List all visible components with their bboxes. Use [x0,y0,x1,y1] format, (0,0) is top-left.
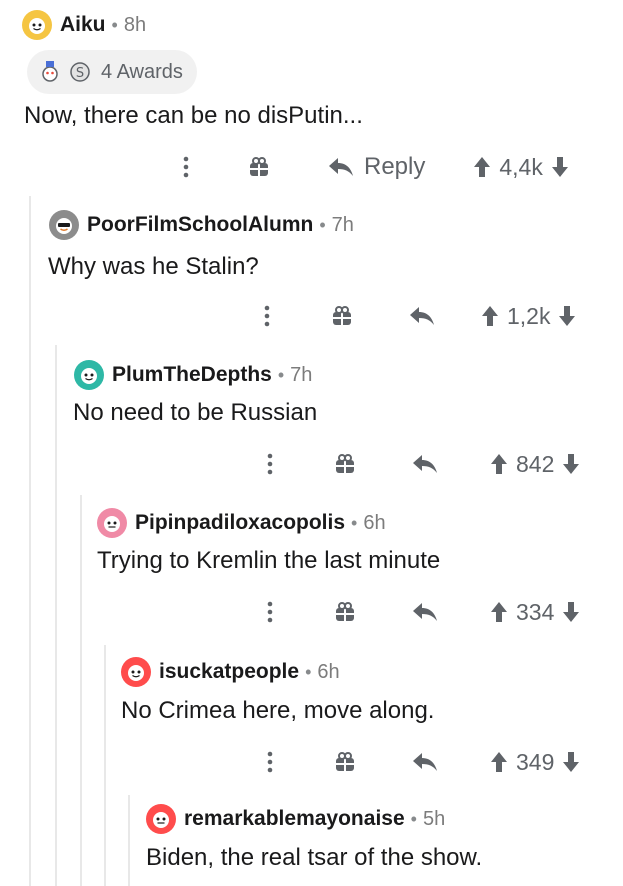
snoo-avatar-icon [56,218,72,234]
separator-dot: • [351,512,358,533]
avatar[interactable] [121,657,151,687]
comment-header: PlumTheDepths • 7h [74,358,312,392]
upvote-arrow-icon[interactable] [490,601,508,623]
vote-score: 349 [516,748,555,775]
comment-body: No Crimea here, move along. [121,697,435,724]
snoo-avatar-icon [29,18,45,34]
awards-pill[interactable]: S 4 Awards [27,50,197,94]
comment-actions: 349 [260,742,580,782]
upvote-arrow-icon[interactable] [490,751,508,773]
comment-age: 8h [123,13,147,36]
reply-arrow-icon [413,603,437,621]
snoo-avatar-icon [81,368,97,384]
separator-dot: • [410,808,417,829]
upvote-arrow-icon[interactable] [490,453,508,475]
comment-actions: 842 [260,444,580,484]
comment-body: Biden, the real tsar of the show. [146,844,483,871]
downvote-arrow-icon[interactable] [551,156,569,178]
more-options-icon[interactable] [257,304,277,328]
comment-header: Aiku • 8h [22,8,146,42]
downvote-arrow-icon[interactable] [562,601,580,623]
username[interactable]: PoorFilmSchoolAlumn [87,213,313,237]
gift-award-icon[interactable] [329,305,355,327]
comment-body: Trying to Kremlin the last minute [97,547,441,574]
reply-button[interactable] [412,453,438,475]
vote-controls: 842 [490,451,580,478]
comment-age: 5h [422,807,446,830]
comment-age: 7h [290,363,313,386]
reply-button[interactable] [412,751,438,773]
avatar[interactable] [97,508,127,538]
reply-button[interactable] [409,305,435,327]
separator-dot: • [305,661,312,682]
more-options-icon[interactable] [176,155,196,179]
downvote-arrow-icon[interactable] [562,751,580,773]
vote-controls: 349 [490,749,580,776]
comment-age: 6h [363,511,386,534]
comment-actions: Reply 4,4k [176,147,569,187]
downvote-arrow-icon[interactable] [562,453,580,475]
vote-score: 1,2k [507,302,551,329]
comment-header: Pipinpadiloxacopolis • 6h [97,506,386,540]
upvote-arrow-icon[interactable] [473,156,491,178]
avatar[interactable] [146,804,176,834]
vote-controls: 4,4k [473,154,568,181]
username[interactable]: isuckatpeople [159,660,299,684]
vote-score: 4,4k [499,153,543,180]
more-options-icon[interactable] [260,750,280,774]
reply-arrow-icon [410,307,434,325]
vote-score: 334 [516,598,555,625]
comment-actions: 1,2k [257,296,576,336]
vote-controls: 1,2k [481,303,576,330]
reply-arrow-icon [413,753,437,771]
separator-dot: • [319,214,326,235]
thread-line [128,795,130,886]
separator-dot: • [277,364,285,385]
gift-award-icon[interactable] [332,453,358,475]
award-icon [42,61,58,82]
comment-age: 6h [317,660,340,683]
comment-body: Now, there can be no disPutin... [24,102,363,129]
comment-header: isuckatpeople • 6h [121,655,340,689]
vote-score: 842 [516,450,555,477]
avatar[interactable] [49,210,79,240]
separator-dot: • [111,14,118,35]
reply-button[interactable] [412,601,438,623]
username[interactable]: Aiku [60,13,106,37]
avatar[interactable] [74,360,104,390]
gift-award-icon[interactable] [332,601,358,623]
thread-line [80,495,82,886]
username[interactable]: PlumTheDepths [112,363,272,387]
thread-line [104,645,106,886]
snoo-avatar-icon [104,516,120,532]
username[interactable]: Pipinpadiloxacopolis [135,511,345,535]
downvote-arrow-icon[interactable] [558,305,576,327]
more-options-icon[interactable] [260,600,280,624]
comment-actions: 334 [260,592,580,632]
comment-age: 7h [331,213,354,236]
silver-award-icon: S [70,62,90,82]
upvote-arrow-icon[interactable] [481,305,499,327]
avatar[interactable] [22,10,52,40]
more-options-icon[interactable] [260,452,280,476]
comment-body: Why was he Stalin? [48,253,259,280]
comment-body: No need to be Russian [73,399,318,426]
snoo-avatar-icon [128,665,144,681]
gift-award-icon[interactable] [246,156,272,178]
gift-award-icon[interactable] [332,751,358,773]
reply-button[interactable]: Reply [328,153,425,181]
svg-text:S: S [76,66,84,81]
comment-header: PoorFilmSchoolAlumn • 7h [49,208,354,242]
reply-arrow-icon [329,158,353,176]
comment-header: remarkablemayonaise • 5h [146,802,445,836]
thread-line [55,345,57,886]
vote-controls: 334 [490,599,580,626]
username[interactable]: remarkablemayonaise [184,807,405,831]
snoo-avatar-icon [153,812,169,828]
thread-line [29,196,31,886]
awards-count: 4 Awards [101,60,183,83]
reply-arrow-icon [413,455,437,473]
